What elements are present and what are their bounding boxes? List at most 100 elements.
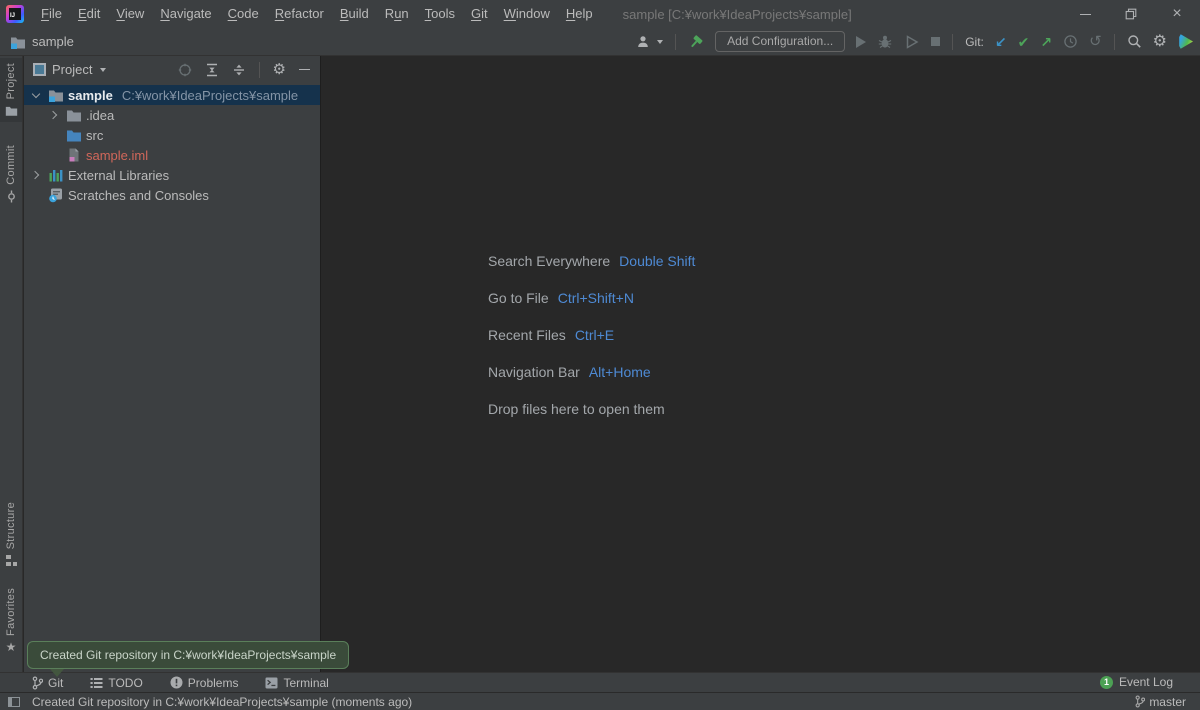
shortcut-key: Ctrl+Shift+N [557, 290, 634, 306]
chevron-right-icon[interactable] [28, 167, 44, 183]
shortcut-label: Drop files here to open them [488, 401, 665, 417]
stripe-tab-project[interactable]: Project [0, 58, 22, 123]
tree-item-name: sample.iml [86, 147, 149, 163]
git-branch-widget[interactable]: master [1134, 695, 1186, 709]
stripe-tab-commit[interactable]: Commit [0, 140, 22, 208]
main-toolbar: sample Add Configuration... Git: ↙ ✔ ↗ ↺… [0, 28, 1200, 56]
shortcut-go-to-file: Go to File Ctrl+Shift+N [488, 290, 695, 306]
project-panel-title[interactable]: Project [52, 62, 92, 77]
tool-window-toggle-icon[interactable] [8, 696, 20, 707]
menu-tools[interactable]: Tools [417, 0, 463, 28]
shortcut-label: Go to File [488, 290, 549, 306]
source-folder-icon [67, 130, 81, 142]
menu-git[interactable]: Git [463, 0, 496, 28]
hide-panel-icon[interactable] [299, 68, 310, 71]
editor-area[interactable]: Search Everywhere Double Shift Go to File… [322, 56, 1200, 672]
toolbar-separator [675, 33, 677, 50]
intellij-logo-text: IJ [9, 8, 21, 20]
project-view-dropdown-icon[interactable] [100, 67, 107, 72]
shortcut-hints: Search Everywhere Double Shift Go to File… [488, 253, 695, 438]
project-panel-header: Project ⚙ [24, 56, 320, 83]
tree-row-external-libraries[interactable]: External Libraries [24, 165, 320, 185]
tree-row-scratches[interactable]: Scratches and Consoles [24, 185, 320, 205]
tool-window-tab-todo[interactable]: TODO [90, 675, 143, 690]
tree-item-name: .idea [86, 107, 115, 123]
breadcrumb-project-name[interactable]: sample [32, 34, 74, 49]
stripe-tab-structure[interactable]: Structure [0, 497, 22, 572]
toolbar-separator [1113, 33, 1115, 50]
menu-run[interactable]: Run [377, 0, 417, 28]
shortcut-label: Recent Files [488, 327, 566, 343]
stripe-tab-structure-label: Structure [5, 502, 17, 550]
expand-all-icon[interactable] [205, 63, 219, 77]
build-hammer-icon[interactable] [688, 34, 704, 50]
chevron-right-icon[interactable] [46, 107, 62, 123]
menu-refactor[interactable]: Refactor [267, 0, 332, 28]
menu-code[interactable]: Code [220, 0, 267, 28]
menu-navigate[interactable]: Navigate [152, 0, 219, 28]
stop-button[interactable] [931, 37, 941, 46]
minimize-button[interactable] [1062, 0, 1108, 28]
folder-icon [67, 110, 81, 122]
window-controls: × [1062, 0, 1200, 28]
status-message[interactable]: Created Git repository in C:¥work¥IdeaPr… [32, 695, 412, 709]
add-configuration-button[interactable]: Add Configuration... [715, 31, 846, 52]
tree-row-src-folder[interactable]: src [24, 125, 320, 145]
shortcut-drop-files: Drop files here to open them [488, 401, 695, 417]
project-tree: sample C:¥work¥IdeaProjects¥sample .idea… [24, 85, 320, 205]
locate-file-icon[interactable] [178, 63, 192, 77]
tool-window-tab-git[interactable]: Git [31, 676, 63, 690]
todo-list-icon [90, 677, 103, 688]
event-log-button[interactable]: 1 Event Log [1099, 672, 1173, 692]
shortcut-key: Double Shift [619, 253, 696, 269]
menu-help[interactable]: Help [558, 0, 601, 28]
intellij-window: IJ File Edit View Navigate Code Refactor… [0, 0, 1200, 710]
run-with-coverage-icon[interactable] [904, 34, 920, 50]
tree-row-idea-folder[interactable]: .idea [24, 105, 320, 125]
settings-gear-icon[interactable]: ⚙ [1153, 33, 1167, 50]
git-update-icon[interactable]: ↙ [995, 35, 1007, 49]
user-dropdown-caret-icon[interactable] [657, 39, 664, 44]
tree-item-name: External Libraries [68, 167, 170, 183]
tree-row-sample-root[interactable]: sample C:¥work¥IdeaProjects¥sample [24, 85, 320, 105]
git-notification-balloon[interactable]: Created Git repository in C:¥work¥IdeaPr… [27, 641, 350, 669]
tool-window-tab-terminal[interactable]: Terminal [265, 676, 329, 690]
stripe-tab-favorites[interactable]: Favorites ★ [0, 583, 22, 658]
stripe-tab-favorites-label: Favorites [5, 588, 17, 636]
git-push-icon[interactable]: ↗ [1040, 35, 1052, 49]
project-tool-window: Project ⚙ sample C:¥work¥IdeaProjects¥sa… [24, 56, 321, 672]
project-panel-actions: ⚙ [178, 61, 310, 78]
toolbar-actions: Add Configuration... Git: ↙ ✔ ↗ ↺ ⚙ [636, 28, 1193, 55]
toolbar-separator [952, 33, 954, 50]
git-commit-check-icon[interactable]: ✔ [1018, 35, 1030, 49]
menu-file[interactable]: File [33, 0, 70, 28]
navigation-breadcrumb: sample [10, 28, 74, 55]
close-button[interactable]: × [1154, 0, 1200, 28]
chevron-down-icon[interactable] [28, 87, 44, 103]
user-profile-icon[interactable] [636, 34, 652, 50]
rollback-icon[interactable]: ↺ [1089, 34, 1102, 49]
menu-view[interactable]: View [108, 0, 152, 28]
menu-window[interactable]: Window [496, 0, 558, 28]
panel-settings-gear-icon[interactable]: ⚙ [273, 62, 286, 77]
tool-window-tab-problems[interactable]: Problems [170, 676, 238, 690]
tree-item-name: Scratches and Consoles [68, 187, 209, 203]
history-clock-icon[interactable] [1063, 34, 1078, 49]
maximize-button[interactable] [1108, 0, 1154, 28]
branch-name: master [1149, 694, 1186, 709]
menu-build[interactable]: Build [332, 0, 377, 28]
minimize-icon [1079, 13, 1091, 15]
search-everywhere-icon[interactable] [1127, 34, 1142, 49]
code-with-me-icon[interactable] [1179, 34, 1193, 49]
run-button[interactable] [856, 35, 867, 48]
tree-row-sample-iml[interactable]: sample.iml [24, 145, 320, 165]
project-stripe-folder-icon [5, 107, 17, 117]
debug-bug-icon[interactable] [877, 34, 893, 50]
collapse-all-icon[interactable] [232, 63, 246, 77]
tool-window-tab-label: TODO [108, 675, 143, 690]
git-branch-icon [32, 675, 43, 690]
menu-edit[interactable]: Edit [70, 0, 108, 28]
left-tool-window-stripe: Project Commit Structure Favorites ★ [0, 56, 23, 672]
project-folder-icon [49, 90, 63, 102]
window-title: sample [C:¥work¥IdeaProjects¥sample] [622, 6, 852, 22]
